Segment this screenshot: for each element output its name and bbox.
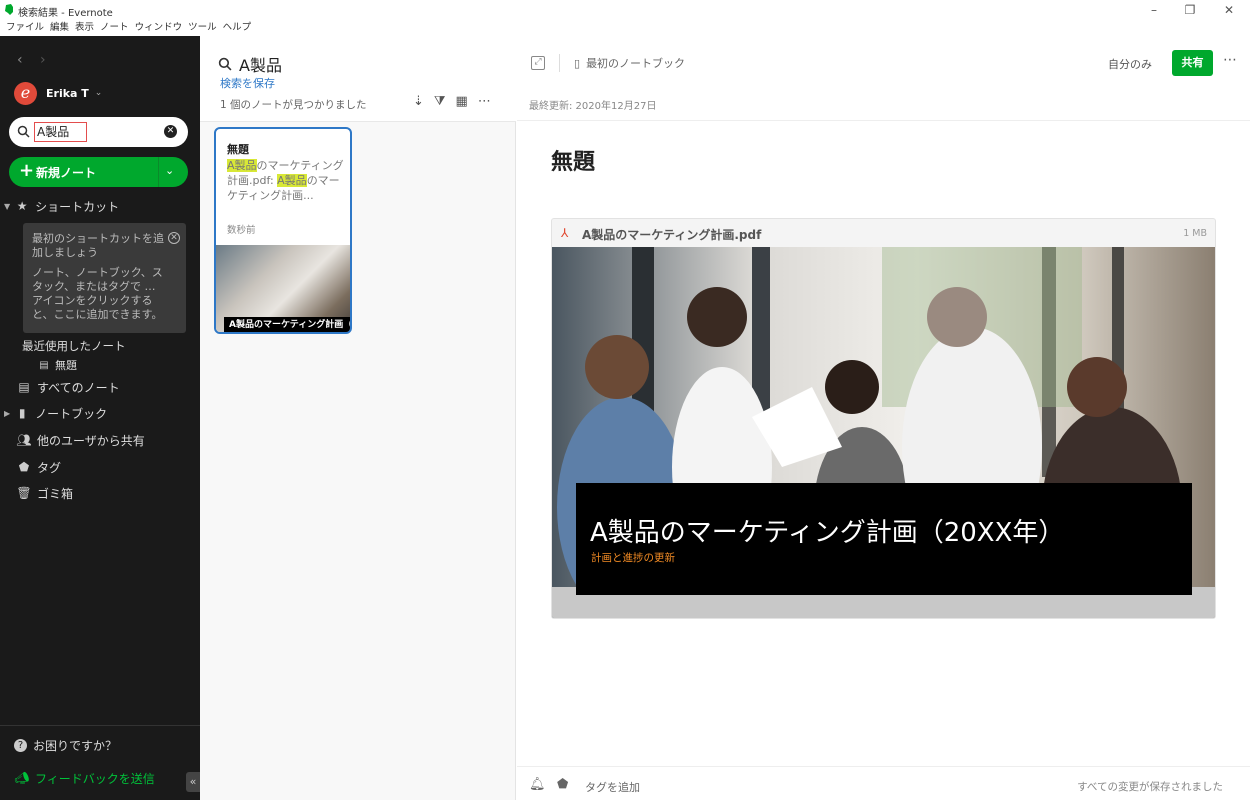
menu-tools[interactable]: ツール xyxy=(188,20,217,36)
menu-window[interactable]: ウィンドウ xyxy=(135,20,183,36)
sidebar-item-all-notes[interactable]: ▤ すべてのノート xyxy=(16,377,119,397)
list-toolbar: ⇣ ⧩ ▦ ⋯ xyxy=(413,94,491,109)
notes-icon: ▤ xyxy=(18,380,30,394)
new-note-button[interactable]: + 新規ノート ⌄ xyxy=(9,157,188,187)
note-card-time: 数秒前 xyxy=(227,225,256,236)
add-tag-input[interactable]: タグを追加 xyxy=(585,779,640,795)
evernote-logo-icon xyxy=(5,4,13,15)
note-card[interactable]: 無題 A製品のマーケティング計画.pdf: A製品のマーケティング計画... 数… xyxy=(214,127,352,334)
add-tag-icon[interactable]: ⬟ xyxy=(557,777,568,792)
editor-footer: 🔔︎ ⬟ タグを追加 すべての変更が保存されました xyxy=(517,766,1250,800)
search-input[interactable]: A製品 xyxy=(34,122,87,142)
notebook-selector[interactable]: ▯ 最初のノートブック xyxy=(574,55,685,71)
result-count: 1 個のノートが見つかりました xyxy=(220,99,367,111)
close-button[interactable]: ✕ xyxy=(1222,3,1236,17)
search-icon xyxy=(218,57,232,71)
sidebar-item-shared[interactable]: 👥︎ 他のユーザから共有 xyxy=(16,430,144,450)
feedback-link[interactable]: 📣︎ フィードバックを送信 xyxy=(14,768,154,788)
clear-search-icon[interactable]: ✕ xyxy=(164,125,177,138)
help-link[interactable]: ? お困りですか？ xyxy=(14,735,117,755)
menu-note[interactable]: ノート xyxy=(100,20,129,36)
note-editor: ⤢ ▯ 最初のノートブック 自分のみ 共有 ⋯ 最終更新: 2020年12月27… xyxy=(517,36,1250,800)
note-card-snippet: A製品のマーケティング計画.pdf: A製品のマーケティング計画... xyxy=(227,159,344,202)
collapse-sidebar-button[interactable]: « xyxy=(186,772,200,792)
attachment-header: ⅄ A製品のマーケティング計画.pdf 1 MB xyxy=(552,219,1215,247)
sidebar-item-tags[interactable]: ⬟ タグ xyxy=(16,457,61,477)
pdf-attachment[interactable]: ⅄ A製品のマーケティング計画.pdf 1 MB A製品のマーケティング計画（2… xyxy=(551,218,1216,619)
search-box[interactable]: A製品 ✕ xyxy=(9,117,188,147)
pdf-icon: ⅄ xyxy=(561,226,569,240)
add-reminder-icon[interactable]: 🔔︎ xyxy=(529,777,546,792)
note-list-panel: A製品 検索を保存 1 個のノートが見つかりました ⇣ ⧩ ▦ ⋯ 無題 A製品… xyxy=(200,36,516,800)
recent-notes-heading: 最近使用したノート xyxy=(22,339,126,353)
note-card-thumbnail-caption: A製品のマーケティング計画（ xyxy=(224,317,350,332)
chevron-down-icon: ⌄ xyxy=(94,88,103,98)
notebook-icon: ▯ xyxy=(574,56,581,70)
more-options-icon[interactable]: ⋯ xyxy=(478,94,491,109)
star-icon: ★ xyxy=(16,199,28,213)
slide-subtitle: 計画と進捗の更新 xyxy=(591,552,675,564)
menu-view[interactable]: 表示 xyxy=(75,20,94,36)
sidebar-item-label: ショートカット xyxy=(35,199,120,214)
trash-icon: 🗑︎ xyxy=(16,486,32,500)
editor-toolbar: ⤢ ▯ 最初のノートブック 自分のみ 共有 ⋯ xyxy=(517,36,1250,91)
sidebar-item-recent-note[interactable]: ▤ 無題 xyxy=(38,355,77,375)
search-icon xyxy=(17,125,30,138)
note-card-title: 無題 xyxy=(227,143,249,156)
note-list-header: A製品 検索を保存 1 個のノートが見つかりました ⇣ ⧩ ▦ ⋯ xyxy=(200,36,516,122)
sidebar-item-notebooks[interactable]: ▶ ▮ ノートブック xyxy=(4,403,107,423)
window-title: 検索結果 - Evernote xyxy=(18,8,113,19)
attachment-size: 1 MB xyxy=(1183,228,1207,239)
restore-button[interactable]: ❐ xyxy=(1183,3,1197,17)
expand-icon[interactable]: ⤢ xyxy=(531,56,545,70)
plus-icon: + xyxy=(19,160,35,181)
menu-bar: ファイル 編集 表示 ノート ウィンドウ ツール ヘルプ xyxy=(0,20,1250,36)
help-icon: ? xyxy=(14,738,27,752)
save-status: すべての変更が保存されました xyxy=(1077,781,1223,793)
users-icon: 👥︎ xyxy=(16,433,32,447)
sidebar-item-trash[interactable]: 🗑︎ ゴミ箱 xyxy=(16,483,73,503)
attachment-name: A製品のマーケティング計画.pdf xyxy=(582,228,762,242)
visibility-label[interactable]: 自分のみ xyxy=(1108,56,1152,72)
view-options-icon[interactable]: ▦ xyxy=(456,94,468,109)
menu-help[interactable]: ヘルプ xyxy=(223,20,252,36)
search-highlight: A製品 xyxy=(227,159,257,172)
caret-down-icon: ▼ xyxy=(4,201,11,211)
note-title[interactable]: 無題 xyxy=(551,144,595,176)
new-note-dropdown-icon[interactable]: ⌄ xyxy=(165,164,174,177)
filter-icon[interactable]: ⧩ xyxy=(434,94,446,109)
more-options-icon[interactable]: ⋯ xyxy=(1223,52,1237,68)
search-highlight: A製品 xyxy=(277,174,307,187)
avatar: e xyxy=(14,81,37,105)
megaphone-icon: 📣︎ xyxy=(14,771,30,785)
user-name: Erika T xyxy=(46,86,89,100)
tag-icon: ⬟ xyxy=(18,460,30,474)
back-arrow-icon[interactable]: ‹ xyxy=(17,52,23,68)
menu-edit[interactable]: 編集 xyxy=(50,20,69,36)
slide-title: A製品のマーケティング計画（20XX年） xyxy=(590,518,1065,548)
caret-right-icon: ▶ xyxy=(4,408,11,418)
sidebar: ‹ › e Erika T ⌄ A製品 ✕ + 新規ノート ⌄ ▼ ★ ショート… xyxy=(0,36,200,800)
last-updated: 最終更新: 2020年12月27日 xyxy=(529,101,657,112)
shortcut-tip: ✕ 最初のショートカットを追加しましょう ノート、ノートブック、スタック、または… xyxy=(23,223,186,333)
notebook-icon: ▮ xyxy=(18,406,26,420)
new-note-label: 新規ノート xyxy=(36,166,97,180)
account-switcher[interactable]: e Erika T ⌄ xyxy=(14,81,102,105)
sidebar-item-shortcuts[interactable]: ▼ ★ ショートカット xyxy=(4,196,119,216)
menu-file[interactable]: ファイル xyxy=(6,20,44,36)
save-search-link[interactable]: 検索を保存 xyxy=(220,75,275,91)
note-icon: ▤ xyxy=(39,359,49,371)
sort-icon[interactable]: ⇣ xyxy=(413,94,424,109)
share-button[interactable]: 共有 xyxy=(1172,50,1213,76)
search-results-title: A製品 xyxy=(218,52,282,76)
forward-arrow-icon[interactable]: › xyxy=(40,52,46,68)
title-bar: 検索結果 - Evernote – ❐ ✕ xyxy=(0,0,1250,20)
minimize-button[interactable]: – xyxy=(1147,3,1161,17)
close-tip-icon[interactable]: ✕ xyxy=(168,232,180,244)
